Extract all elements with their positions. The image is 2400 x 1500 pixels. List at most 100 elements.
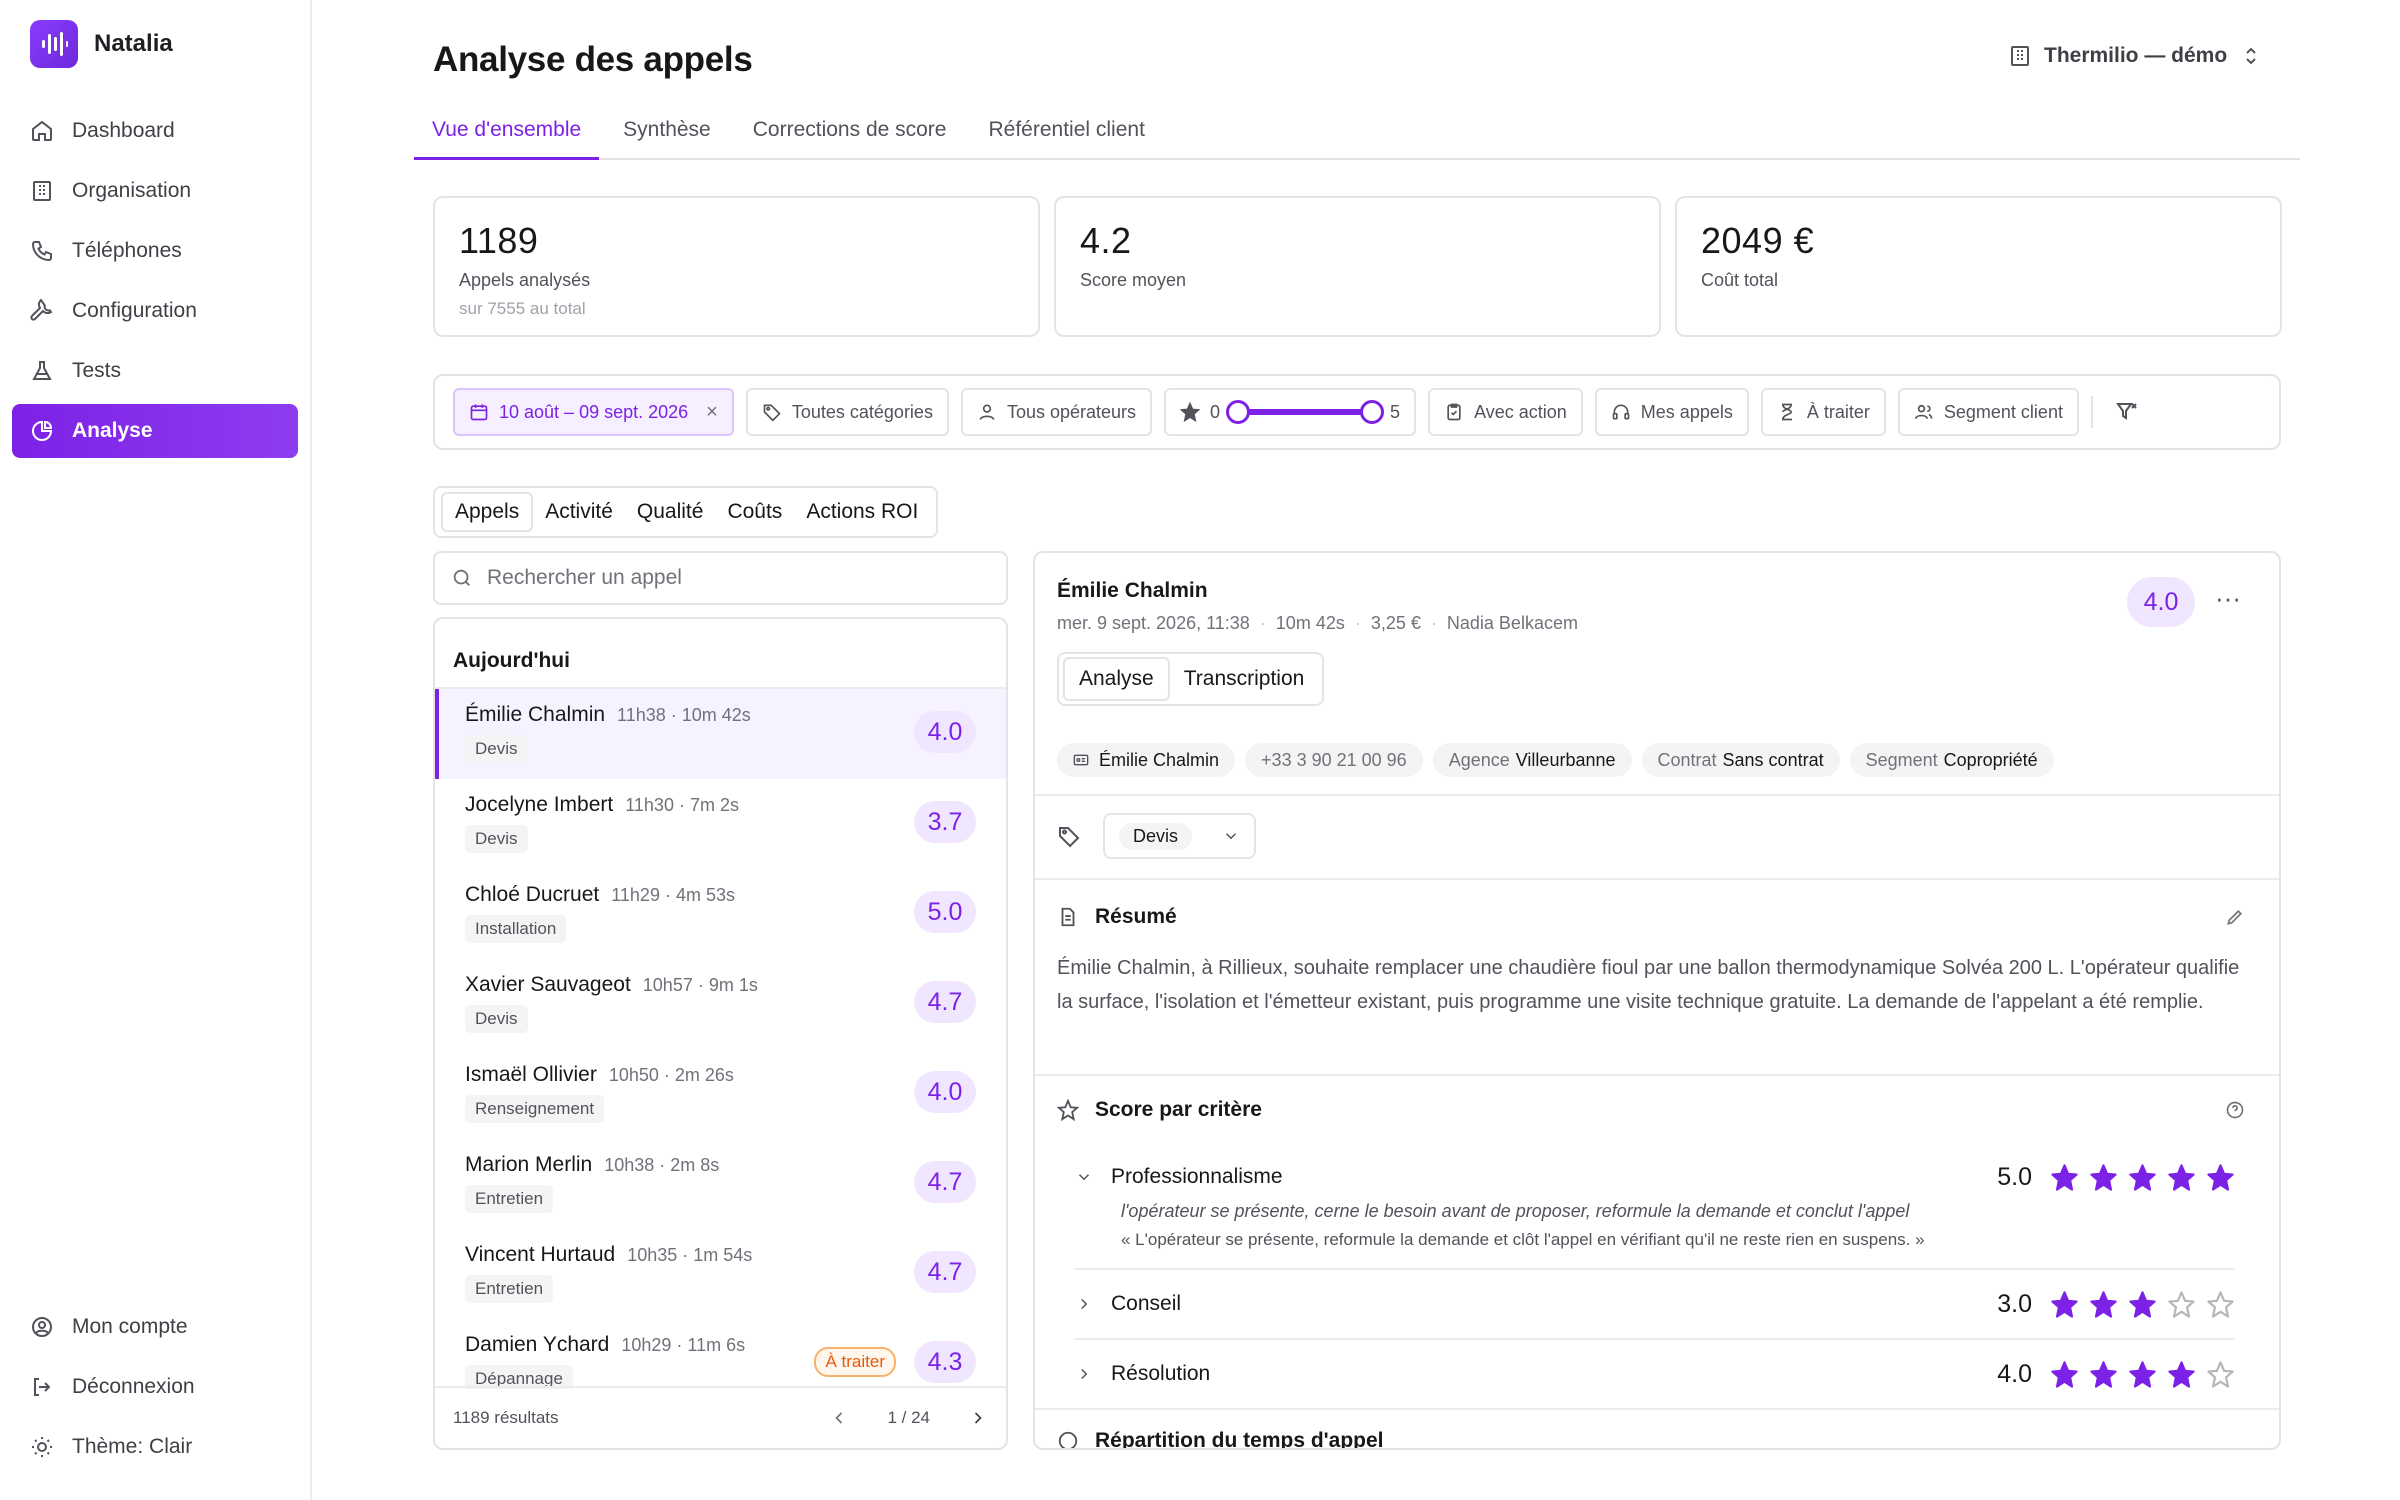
score-range-filter[interactable]: 0 5 xyxy=(1164,388,1417,436)
edit-summary-button[interactable] xyxy=(2225,907,2245,932)
operator-filter[interactable]: Tous opérateurs xyxy=(960,388,1153,436)
subtab-activity[interactable]: Activité xyxy=(533,492,625,532)
subtab-actions-roi[interactable]: Actions ROI xyxy=(794,492,930,532)
clear-date-icon[interactable]: × xyxy=(706,401,718,424)
pagination: 1 / 24 xyxy=(829,1408,988,1428)
sidebar-item-tests[interactable]: Tests xyxy=(12,344,298,398)
phone-pill: +33 3 90 21 00 96 xyxy=(1245,743,1423,777)
sidebar-item-organisation[interactable]: Organisation xyxy=(12,164,298,218)
with-action-filter[interactable]: Avec action xyxy=(1428,388,1583,436)
detail-meta: mer. 9 sept. 2026, 11:38 · 10m 42s · 3,25 € ·… xyxy=(1057,613,1578,633)
document-icon xyxy=(1061,907,1075,927)
chevron-left-icon[interactable] xyxy=(829,1408,849,1428)
category-select[interactable]: Devis xyxy=(1103,813,1257,859)
clipboard-check-icon xyxy=(1447,403,1461,421)
sidebar-item-label: Téléphones xyxy=(72,239,182,262)
sidebar-item-analyse[interactable]: Analyse xyxy=(12,404,298,458)
subtab-quality[interactable]: Qualité xyxy=(625,492,716,532)
sidebar-item-account[interactable]: Mon compte xyxy=(12,1300,298,1354)
tab-transcription[interactable]: Transcription xyxy=(1170,657,1319,701)
pie-chart-icon xyxy=(32,420,53,441)
score-slider-max-handle[interactable] xyxy=(1360,400,1385,424)
sidebar-item-theme[interactable]: Thème: Clair xyxy=(12,1420,298,1474)
org-switcher[interactable]: Thermilio — démo xyxy=(2008,44,2263,68)
tab-overview[interactable]: Vue d'ensemble xyxy=(414,110,600,160)
to-process-filter[interactable]: À traiter xyxy=(1760,388,1886,436)
sidebar-item-label: Déconnexion xyxy=(72,1375,195,1398)
sidebar-item-dashboard[interactable]: Dashboard xyxy=(12,104,298,158)
call-meta: 10h50 · 2m 26s xyxy=(608,1065,734,1085)
sidebar: Natalia Dashboard Organisation Téléphone… xyxy=(0,0,312,1500)
sidebar-item-label: Thème: Clair xyxy=(72,1435,193,1458)
chevron-right-icon[interactable] xyxy=(968,1408,988,1428)
sidebar-item-label: Mon compte xyxy=(72,1315,188,1338)
clear-filters-button[interactable] xyxy=(2105,390,2149,434)
detail-score-badge: 4.0 xyxy=(2127,577,2195,627)
date-range-value: 10 août – 09 sept. 2026 xyxy=(499,401,689,422)
users-icon xyxy=(1914,404,1933,420)
call-detail-panel: Émilie Chalmin mer. 9 sept. 2026, 11:38 ·… xyxy=(1033,551,2281,1450)
segment-filter[interactable]: Segment client xyxy=(1897,388,2079,436)
score-max: 5 xyxy=(1390,401,1401,422)
category-tag: Devis xyxy=(465,1005,528,1033)
criteria-help-button[interactable] xyxy=(2225,1100,2245,1125)
contract-pill: Contrat Sans contrat xyxy=(1641,743,1840,777)
star-outline-icon xyxy=(1057,1099,1079,1121)
criteria-list: Professionnalisme 5.0 l'opérateur se pré… xyxy=(1075,1157,2235,1394)
caller-name: Xavier Sauvageot xyxy=(465,973,631,996)
chevron-right-icon xyxy=(1081,1368,1088,1380)
list-item[interactable]: Émilie Chalmin 11h38 · 10m 42s Devis 4.0 xyxy=(435,689,1006,779)
sidebar-item-logout[interactable]: Déconnexion xyxy=(12,1360,298,1414)
call-list: Aujourd'hui Émilie Chalmin 11h38 · 10m 42… xyxy=(433,617,1008,1450)
criteria-title-text: Score par critère xyxy=(1095,1098,1262,1121)
subtab-calls[interactable]: Appels xyxy=(441,492,534,532)
sidebar-item-configuration[interactable]: Configuration xyxy=(12,284,298,338)
detail-header: Émilie Chalmin mer. 9 sept. 2026, 11:38 ·… xyxy=(1057,579,1578,634)
tab-client-reference[interactable]: Référentiel client xyxy=(970,110,1162,160)
criterion-professionalism[interactable]: Professionnalisme 5.0 xyxy=(1075,1157,2235,1197)
caller-name: Émilie Chalmin xyxy=(465,703,606,726)
calendar-icon xyxy=(470,404,488,421)
category-tag: Devis xyxy=(465,825,528,853)
agence-label: Agence xyxy=(1448,750,1510,770)
divider xyxy=(1035,1074,2279,1076)
search-input[interactable]: Rechercher un appel xyxy=(433,551,1008,605)
list-item[interactable]: Xavier Sauvageot 10h57 · 9m 1s Devis 4.7 xyxy=(435,959,1006,1049)
date-range-filter[interactable]: 10 août – 09 sept. 2026 × xyxy=(453,388,734,436)
list-item[interactable]: Marion Merlin 10h38 · 2m 8s Entretien 4.7 xyxy=(435,1139,1006,1229)
list-item[interactable]: Vincent Hurtaud 10h35 · 1m 54s Entretien … xyxy=(435,1229,1006,1319)
building-icon xyxy=(2011,46,2029,66)
criterion-name: Conseil xyxy=(1111,1292,1182,1315)
criterion-conseil[interactable]: Conseil 3.0 xyxy=(1075,1284,2235,1324)
stat-label: Appels analysés xyxy=(459,270,591,290)
list-item[interactable]: Ismaël Ollivier 10h50 · 2m 26s Renseignem… xyxy=(435,1049,1006,1139)
sidebar-item-telephones[interactable]: Téléphones xyxy=(12,224,298,278)
user-circle-icon xyxy=(32,1317,52,1337)
category-filter[interactable]: Toutes catégories xyxy=(745,388,949,436)
score-slider-min-handle[interactable] xyxy=(1226,400,1251,424)
more-options-icon[interactable]: ··· xyxy=(2215,583,2241,614)
hourglass-icon xyxy=(1781,403,1792,421)
subtab-costs[interactable]: Coûts xyxy=(715,492,794,532)
star-filled-icon xyxy=(2129,1360,2156,1388)
sidebar-item-label: Dashboard xyxy=(72,119,175,142)
tab-synthese[interactable]: Synthèse xyxy=(605,110,729,160)
my-calls-filter[interactable]: Mes appels xyxy=(1594,388,1749,436)
caller-name: Chloé Ducruet xyxy=(465,883,600,906)
tab-analyse[interactable]: Analyse xyxy=(1063,657,1170,701)
divider xyxy=(1075,1338,2235,1340)
brand[interactable]: Natalia xyxy=(30,20,173,68)
star-filled-icon xyxy=(2129,1163,2156,1191)
list-item[interactable]: Damien Ychard 10h29 · 11m 6s Dépannage À … xyxy=(435,1319,1006,1389)
star-filled-icon xyxy=(2090,1290,2117,1318)
score-slider[interactable] xyxy=(1226,400,1385,424)
sidebar-bottom-nav: Mon compte Déconnexion Thème: Clair xyxy=(12,1300,298,1480)
list-item[interactable]: Chloé Ducruet 11h29 · 4m 53s Installation… xyxy=(435,869,1006,959)
criterion-description: l'opérateur se présente, cerne le besoin… xyxy=(1121,1201,1910,1221)
score-badge: 4.0 xyxy=(914,711,976,753)
call-list-items[interactable]: Émilie Chalmin 11h38 · 10m 42s Devis 4.0 … xyxy=(435,689,1006,1389)
to-process-badge: À traiter xyxy=(814,1347,896,1377)
tab-score-corrections[interactable]: Corrections de score xyxy=(735,110,965,160)
list-item[interactable]: Jocelyne Imbert 11h30 · 7m 2s Devis 3.7 xyxy=(435,779,1006,869)
criterion-resolution[interactable]: Résolution 4.0 xyxy=(1075,1354,2235,1394)
